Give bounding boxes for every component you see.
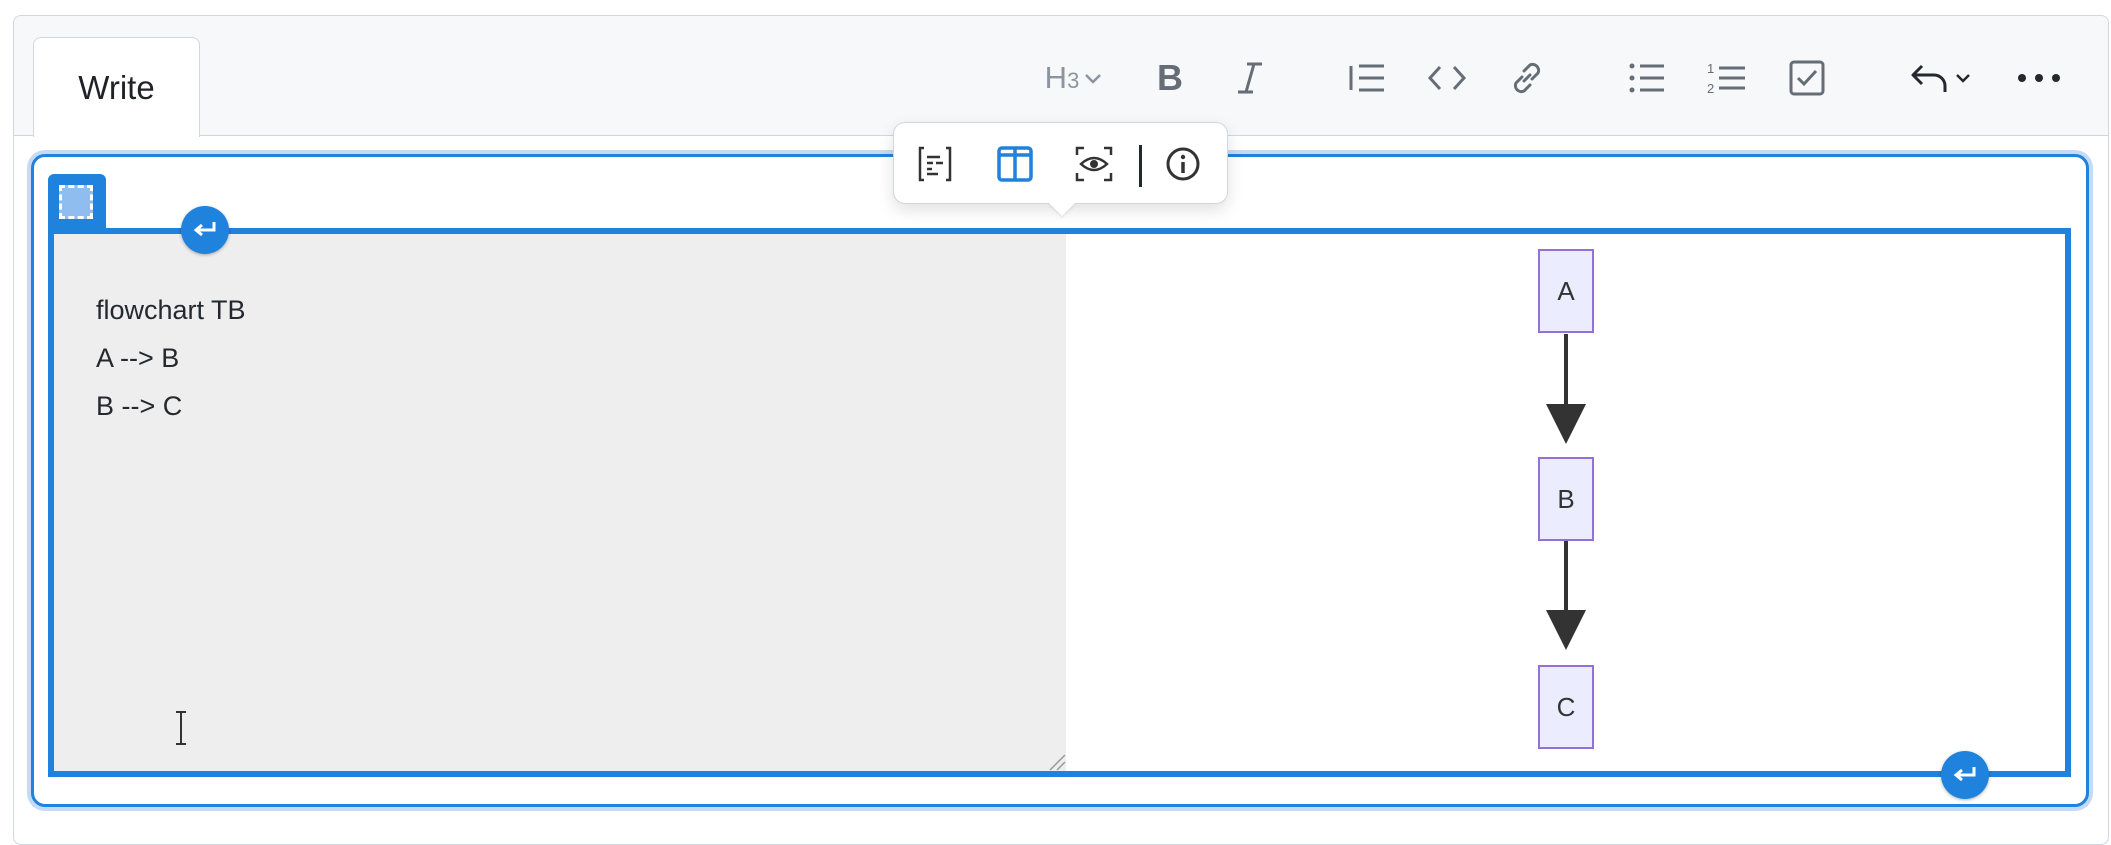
heading-dropdown-button[interactable]: H3 bbox=[1034, 50, 1114, 106]
quote-icon bbox=[1349, 64, 1384, 92]
code-icon bbox=[1427, 65, 1467, 91]
code-line: A --> B bbox=[96, 343, 180, 373]
tab-write[interactable]: Write bbox=[33, 37, 200, 137]
enter-icon bbox=[193, 222, 216, 237]
split-view-button[interactable] bbox=[992, 141, 1038, 187]
chevron-down-icon bbox=[1085, 74, 1102, 84]
block-drag-handle[interactable] bbox=[48, 174, 106, 228]
mermaid-view-popover bbox=[893, 122, 1228, 204]
text-cursor-icon bbox=[176, 711, 186, 745]
code-line: flowchart TB bbox=[96, 295, 246, 325]
italic-button[interactable] bbox=[1230, 50, 1270, 106]
flow-node-a: A bbox=[1538, 249, 1594, 333]
numbered-list-icon: 12 bbox=[1707, 61, 1745, 96]
more-options-button[interactable] bbox=[2016, 50, 2062, 106]
insert-paragraph-after-button[interactable] bbox=[1941, 751, 1989, 799]
preview-only-view-icon bbox=[1075, 146, 1113, 182]
mermaid-help-button[interactable] bbox=[1160, 141, 1206, 187]
task-list-button[interactable] bbox=[1787, 50, 1827, 106]
enter-icon bbox=[1953, 767, 1976, 782]
chevron-down-icon bbox=[1956, 74, 1970, 83]
undo-dropdown-button[interactable] bbox=[1908, 50, 1974, 106]
undo-icon bbox=[1911, 64, 1947, 92]
task-list-icon bbox=[1789, 60, 1825, 96]
code-only-view-button[interactable] bbox=[912, 141, 958, 187]
numbered-list-button[interactable]: 12 bbox=[1705, 50, 1749, 106]
code-lines: flowchart TB A --> B B --> C bbox=[96, 286, 246, 430]
italic-icon bbox=[1238, 62, 1262, 94]
mermaid-code-editor[interactable]: flowchart TB A --> B B --> C bbox=[54, 234, 1066, 771]
code-only-view-icon bbox=[918, 146, 952, 182]
preview-only-view-button[interactable] bbox=[1071, 141, 1117, 187]
heading-icon: H3 bbox=[1044, 60, 1080, 95]
bullet-list-button[interactable] bbox=[1625, 50, 1669, 106]
link-button[interactable] bbox=[1505, 50, 1549, 106]
more-icon bbox=[2018, 74, 2060, 82]
bullet-list-icon bbox=[1629, 63, 1664, 93]
code-button[interactable] bbox=[1425, 50, 1469, 106]
mermaid-block: flowchart TB A --> B B --> C A B C bbox=[48, 228, 2071, 777]
popover-divider bbox=[1139, 145, 1142, 187]
info-icon bbox=[1166, 147, 1200, 181]
quote-button[interactable] bbox=[1345, 50, 1389, 106]
split-view-icon bbox=[997, 146, 1033, 182]
popover-pointer bbox=[1048, 202, 1076, 216]
link-icon bbox=[1513, 62, 1541, 94]
svg-text:2: 2 bbox=[1707, 81, 1714, 96]
flow-node-c: C bbox=[1538, 665, 1594, 749]
flow-node-b: B bbox=[1538, 457, 1594, 541]
select-block-icon bbox=[59, 185, 93, 219]
bold-button[interactable]: B bbox=[1150, 50, 1190, 106]
insert-paragraph-before-button[interactable] bbox=[181, 206, 229, 254]
svg-text:1: 1 bbox=[1707, 61, 1714, 76]
bold-icon: B bbox=[1157, 57, 1183, 98]
code-line: B --> C bbox=[96, 391, 183, 421]
resize-handle-icon[interactable] bbox=[1046, 751, 1066, 771]
